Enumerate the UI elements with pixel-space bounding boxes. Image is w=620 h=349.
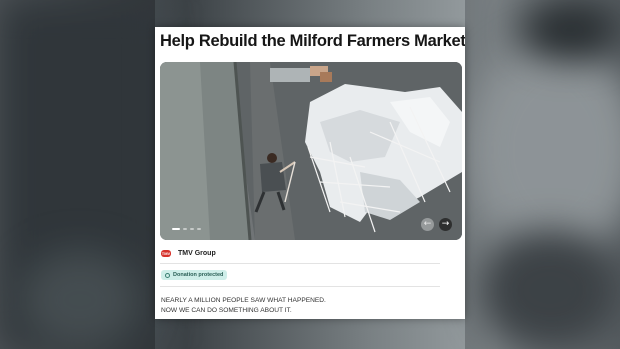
carousel-dot[interactable] xyxy=(197,228,201,230)
arrow-left-icon: ← xyxy=(423,219,432,229)
divider xyxy=(160,263,440,264)
fundraiser-card: Help Rebuild the Milford Farmers Market xyxy=(155,27,465,319)
story-line-1: NEARLY A MILLION PEOPLE SAW WHAT HAPPENE… xyxy=(161,297,326,304)
badge-label: Donation protected xyxy=(173,272,224,278)
campaign-photo xyxy=(160,62,462,240)
story-line-2: NOW WE CAN DO SOMETHING ABOUT IT. xyxy=(161,307,292,314)
campaign-title: Help Rebuild the Milford Farmers Market xyxy=(160,32,465,50)
carousel-dot[interactable] xyxy=(190,228,194,230)
divider xyxy=(160,286,440,287)
organizer-name[interactable]: TMV Group xyxy=(178,250,216,257)
carousel-dot-active[interactable] xyxy=(172,228,180,230)
arrow-right-icon: → xyxy=(441,219,450,229)
organizer-row[interactable]: TMV TMV Group xyxy=(161,246,216,260)
donation-protected-badge[interactable]: Donation protected xyxy=(161,270,228,280)
carousel-dots xyxy=(172,228,201,230)
campaign-photo-carousel[interactable]: ← → xyxy=(160,62,462,240)
carousel-dot[interactable] xyxy=(183,228,187,230)
shield-check-icon xyxy=(165,272,170,278)
carousel-prev-button[interactable]: ← xyxy=(421,218,434,231)
carousel-next-button[interactable]: → xyxy=(439,218,452,231)
campaign-story: NEARLY A MILLION PEOPLE SAW WHAT HAPPENE… xyxy=(161,296,326,316)
organizer-logo: TMV xyxy=(161,249,171,257)
